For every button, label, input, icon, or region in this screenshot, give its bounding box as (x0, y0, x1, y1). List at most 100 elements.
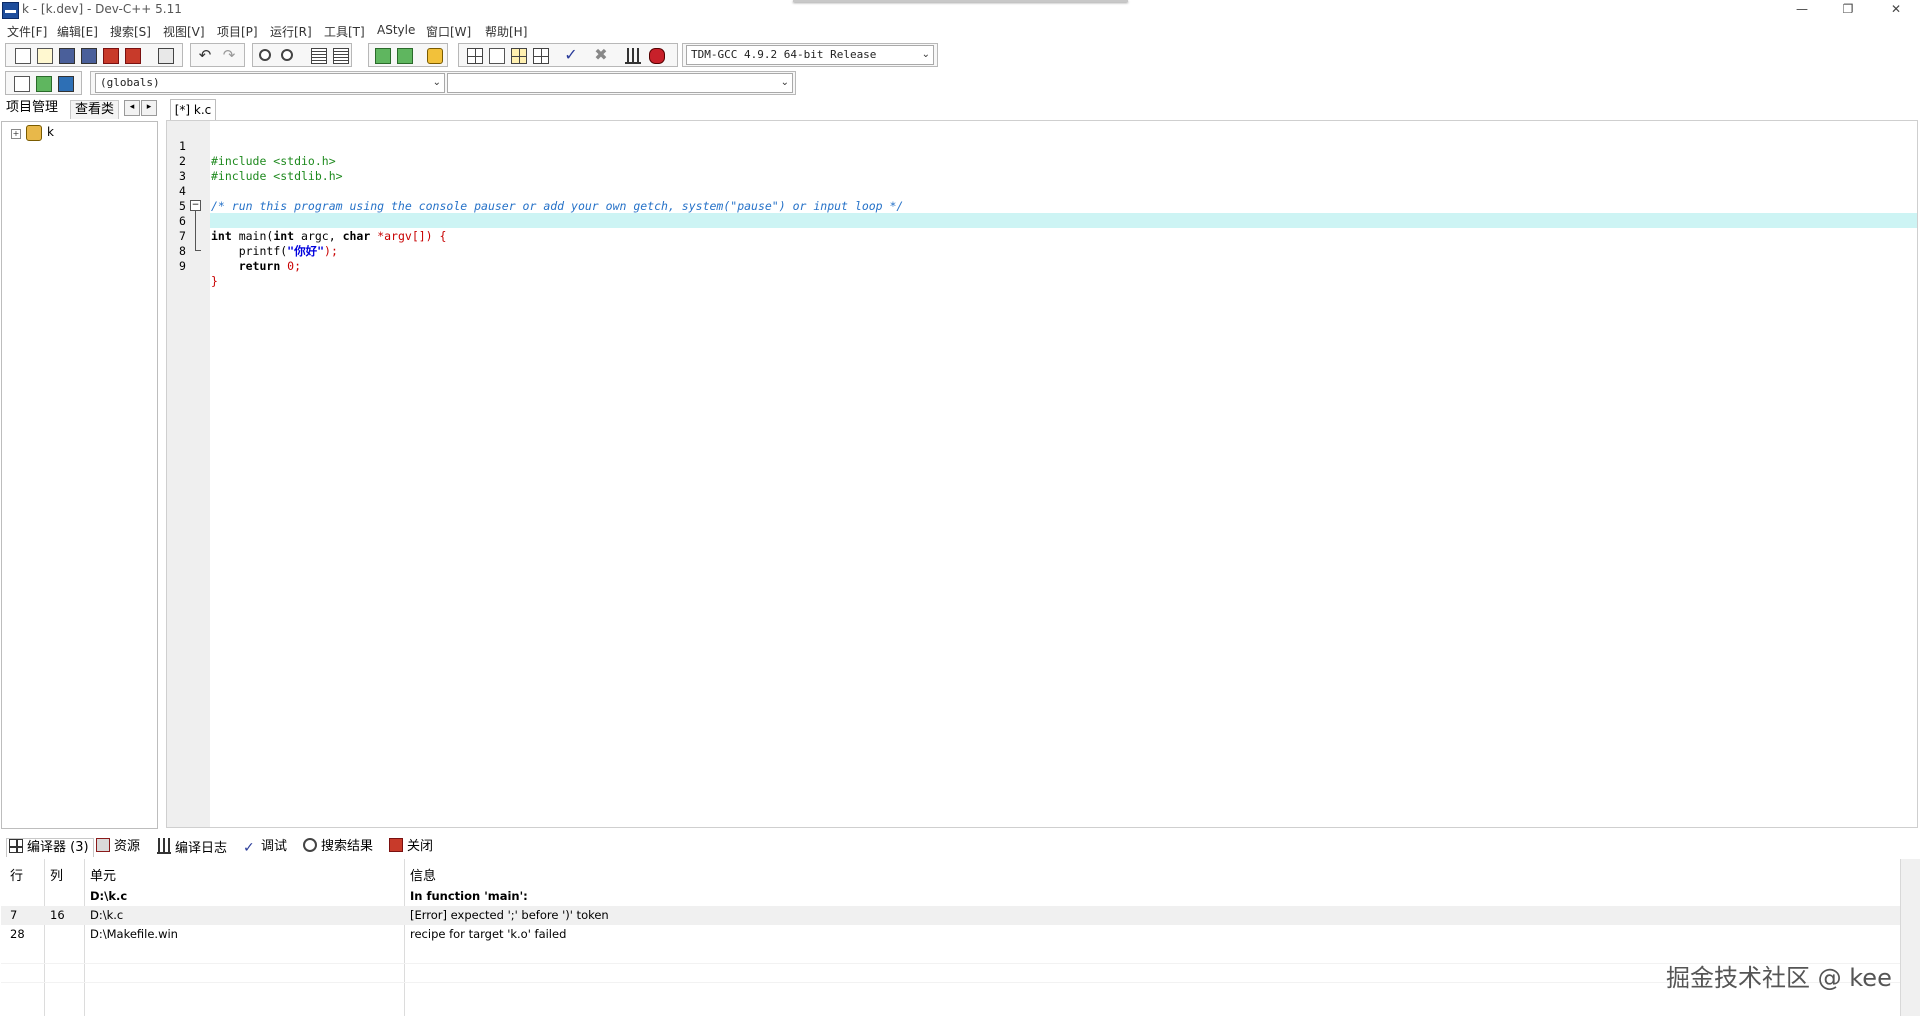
redo-icon[interactable]: ↷ (221, 48, 237, 64)
code-line-7: 7 printf("你好"); (167, 214, 1917, 258)
menu-project[interactable]: 项目[P] (217, 23, 258, 40)
tab-project-manager[interactable]: 项目管理 (6, 98, 58, 118)
tab-compiler[interactable]: 编译器 (3) (6, 838, 94, 857)
overlay-window-edge (793, 0, 1128, 2)
class-select[interactable]: (globals) ⌄ (95, 73, 445, 93)
main-toolbar: ↶ ↷ ✓ ✖ TDM-GCC 4.9.2 64-bit Release ⌄ (0, 41, 940, 69)
menu-edit[interactable]: 编辑[E] (57, 23, 98, 40)
search-toolbar-group (252, 43, 352, 67)
indent-icon[interactable] (375, 48, 391, 64)
compile-icon[interactable] (467, 48, 483, 64)
table-row-empty (1, 944, 1900, 964)
run-icon[interactable] (489, 48, 505, 64)
class-browser-group: (globals) ⌄ ⌄ (90, 71, 796, 95)
goto-declaration-icon[interactable] (36, 76, 52, 92)
menu-help[interactable]: 帮助[H] (485, 23, 527, 40)
table-row-empty (1, 963, 1900, 983)
menu-run[interactable]: 运行[R] (270, 23, 312, 40)
menu-astyle[interactable]: AStyle (377, 23, 415, 37)
project-icon (26, 125, 42, 141)
menu-file[interactable]: 文件[F] (7, 23, 47, 40)
menu-view[interactable]: 视图[V] (163, 23, 205, 40)
tab-scroll-left-button[interactable]: ◂ (124, 100, 140, 116)
column-header-unit[interactable]: 单元 (90, 865, 116, 884)
toggle-bookmark-icon[interactable] (333, 48, 349, 64)
stop-execution-icon[interactable]: ✖ (593, 47, 609, 64)
close-all-icon[interactable] (125, 48, 141, 64)
tree-project-label[interactable]: k (47, 125, 54, 139)
menu-tools[interactable]: 工具[T] (324, 23, 365, 40)
goto-line-icon[interactable] (311, 48, 327, 64)
bottom-panel-tabs: 编译器 (3) 资源 编译日志 ✓ 调试 搜索结果 关闭 (0, 836, 1920, 858)
column-header-message[interactable]: 信息 (410, 865, 436, 884)
cell-unit: D:\Makefile.win (90, 927, 178, 941)
compiler-select-value: TDM-GCC 4.9.2 64-bit Release (691, 48, 877, 61)
syntax-check-icon[interactable]: ✓ (563, 47, 579, 64)
save-icon[interactable] (59, 48, 75, 64)
fold-toggle-icon[interactable]: − (190, 200, 201, 211)
undo-icon[interactable]: ↶ (197, 48, 213, 64)
compiler-messages-table: 行 列 单元 信息 D:\k.c In function 'main': 7 1… (1, 859, 1900, 1016)
chart-icon (157, 838, 171, 854)
cell-line: 7 (10, 908, 18, 922)
compile-run-icon[interactable] (511, 48, 527, 64)
code-line-4: 4 /* run this program using the console … (167, 169, 1917, 213)
code-line-2: 2 #include <stdlib.h> (167, 139, 1917, 183)
table-row[interactable]: 7 16 D:\k.c [Error] expected ';' before … (1, 906, 1900, 925)
code-line-1: 1 #include <stdio.h> (167, 124, 1917, 168)
tab-search-results[interactable]: 搜索结果 (303, 838, 373, 856)
cell-message: In function 'main': (410, 889, 528, 903)
column-header-column[interactable]: 列 (50, 865, 63, 884)
tab-resources-label: 资源 (114, 839, 141, 854)
restore-button[interactable]: ❐ (1826, 0, 1870, 20)
member-select[interactable]: ⌄ (447, 73, 793, 93)
tab-scroll-right-button[interactable]: ▸ (141, 100, 157, 116)
indent-toolbar-group (368, 43, 448, 67)
keyword-return: return (238, 259, 281, 273)
goto-definition-icon[interactable] (58, 76, 74, 92)
messages-scrollbar[interactable] (1900, 859, 1920, 1016)
cell-message: [Error] expected ';' before ')' token (410, 908, 609, 922)
code-line-5: 5 (167, 184, 1917, 213)
tab-resources[interactable]: 资源 (96, 838, 140, 856)
cell-message: recipe for target 'k.o' failed (410, 927, 567, 941)
menu-bar: 文件[F] 编辑[E] 搜索[S] 视图[V] 项目[P] 运行[R] 工具[T… (0, 20, 1920, 40)
close-button[interactable]: ✕ (1874, 0, 1918, 20)
find-icon[interactable] (259, 49, 271, 61)
table-row[interactable]: D:\k.c In function 'main': (1, 887, 1900, 906)
menu-search[interactable]: 搜索[S] (110, 23, 151, 40)
tab-class-browser[interactable]: 查看类 (70, 100, 120, 119)
profile-icon[interactable] (625, 48, 641, 64)
menu-window[interactable]: 窗口[W] (426, 23, 471, 40)
undo-toolbar-group: ↶ ↷ (190, 43, 245, 67)
close-file-icon[interactable] (103, 48, 119, 64)
watermark: 掘金技术社区 @ kee (1666, 964, 1892, 992)
unindent-icon[interactable] (397, 48, 413, 64)
tab-debug-label: 调试 (261, 839, 288, 854)
tab-compile-log[interactable]: 编译日志 (157, 838, 227, 856)
save-all-icon[interactable] (81, 48, 97, 64)
editor-tab-k-c[interactable]: [*] k.c (170, 99, 216, 120)
new-file-icon[interactable] (15, 48, 31, 64)
table-row[interactable]: 28 D:\Makefile.win recipe for target 'k.… (1, 925, 1900, 944)
minimize-button[interactable]: — (1780, 0, 1824, 20)
cell-line: 28 (10, 927, 25, 941)
code-text: return 0; (211, 259, 301, 274)
code-area: 1 #include <stdio.h> 2 #include <stdlib.… (167, 124, 1917, 288)
compiler-select[interactable]: TDM-GCC 4.9.2 64-bit Release ⌄ (686, 45, 934, 65)
tab-close[interactable]: 关闭 (389, 838, 433, 856)
insert-code-icon[interactable] (14, 76, 30, 92)
project-icon[interactable] (427, 48, 443, 64)
print-icon[interactable] (158, 48, 174, 64)
open-file-icon[interactable] (37, 48, 53, 64)
class-toolbar: (globals) ⌄ ⌄ (0, 70, 800, 96)
replace-icon[interactable] (281, 49, 293, 61)
line-number: 9 (179, 259, 186, 273)
tab-debug[interactable]: ✓ 调试 (243, 838, 287, 856)
code-line-3: 3 (167, 154, 1917, 183)
tree-expander[interactable]: + (11, 129, 21, 139)
debug-icon[interactable] (649, 48, 665, 64)
rebuild-all-icon[interactable] (533, 48, 549, 64)
column-header-line[interactable]: 行 (10, 865, 23, 884)
